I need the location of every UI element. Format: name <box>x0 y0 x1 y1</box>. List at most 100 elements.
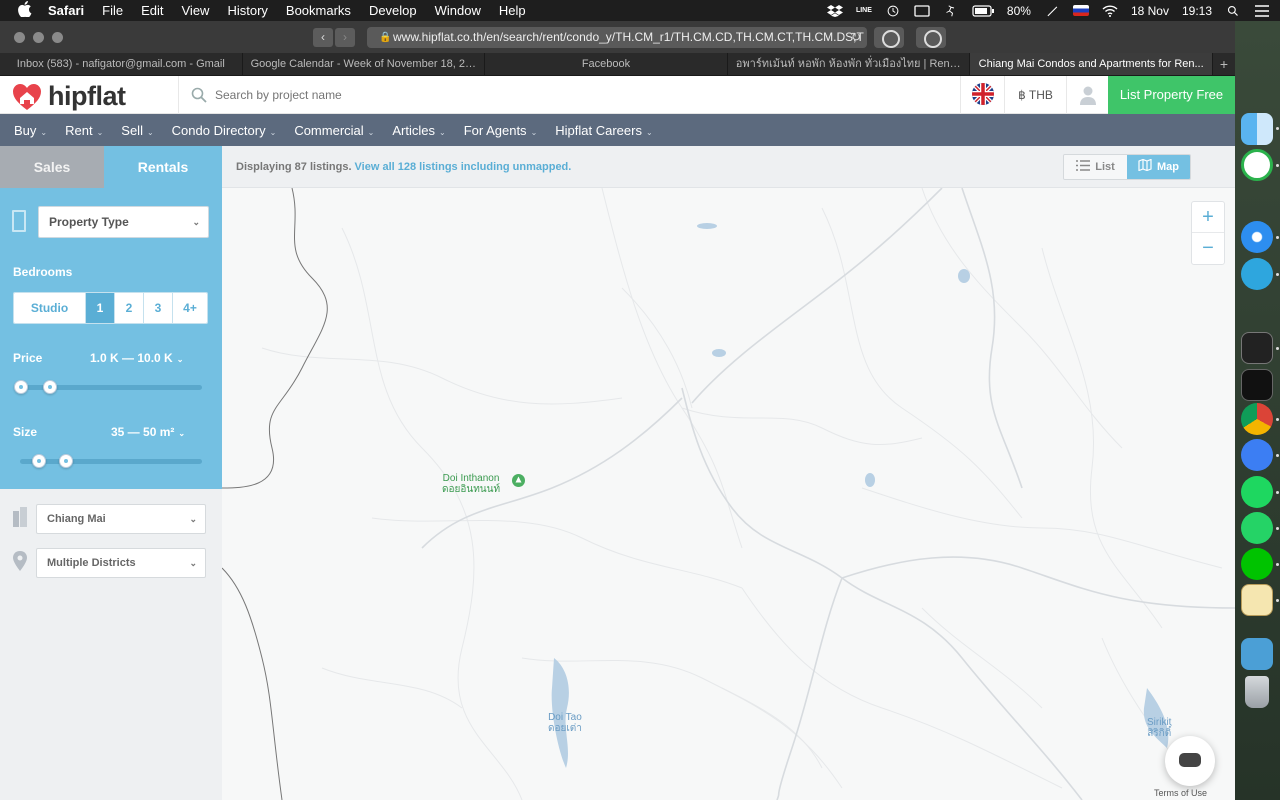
size-slider-track[interactable] <box>20 459 202 464</box>
pen-tool-icon[interactable] <box>1044 5 1060 17</box>
bedroom-3-button[interactable]: 3 <box>144 293 173 323</box>
time-machine-icon[interactable] <box>885 5 901 17</box>
line-icon[interactable] <box>1241 548 1273 580</box>
zoom-window-button[interactable] <box>52 32 63 43</box>
messenger-icon[interactable] <box>1241 439 1273 471</box>
province-select[interactable]: Chiang Mai ⌄ <box>36 504 206 534</box>
nav-rent[interactable]: Rent ⌄ <box>65 123 103 138</box>
tab-rentals[interactable]: Rentals <box>104 146 222 188</box>
menu-app-safari[interactable]: Safari <box>48 3 84 18</box>
menu-edit[interactable]: Edit <box>141 3 163 18</box>
chat-widget-button[interactable] <box>1165 736 1215 786</box>
trash-icon[interactable] <box>1245 676 1269 708</box>
telegram-icon[interactable] <box>1241 258 1273 290</box>
battery-icon[interactable] <box>972 4 994 17</box>
nav-sell[interactable]: Sell ⌄ <box>121 123 153 138</box>
extension-privacy-icon[interactable] <box>874 27 904 48</box>
currency-selector[interactable]: ฿ THB <box>1004 76 1066 114</box>
menu-develop[interactable]: Develop <box>369 3 417 18</box>
map-view-button[interactable]: Map <box>1127 155 1190 179</box>
line-status-icon[interactable]: LINE <box>856 7 872 14</box>
wifi-icon[interactable] <box>1102 4 1118 17</box>
poi-doi-inthanon[interactable]: Doi Inthanon ดอยอินทนนท์ <box>442 473 500 495</box>
bedroom-studio-button[interactable]: Studio <box>14 293 86 323</box>
reload-icon[interactable]: ↻ <box>851 27 861 48</box>
textedit-icon[interactable] <box>1241 584 1273 616</box>
notification-center-icon[interactable] <box>1254 4 1270 17</box>
listings-map[interactable]: Displaying 87 listings. View all 128 list… <box>222 146 1235 800</box>
size-max-handle[interactable] <box>59 454 73 468</box>
nav-condo-directory[interactable]: Condo Directory ⌄ <box>172 123 277 138</box>
language-selector[interactable] <box>960 76 1004 114</box>
price-range-dropdown[interactable]: 1.0 K — 10.0 K ⌄ <box>90 351 183 365</box>
spotify-icon[interactable] <box>1241 476 1273 508</box>
minimize-window-button[interactable] <box>33 32 44 43</box>
terms-of-use-link[interactable]: Terms of Use <box>1154 788 1207 798</box>
size-min-handle[interactable] <box>32 454 46 468</box>
bedroom-4plus-button[interactable]: 4+ <box>173 293 207 323</box>
airplay-display-icon[interactable] <box>914 4 930 17</box>
property-type-select[interactable]: Property Type ⌄ <box>38 206 209 238</box>
tab-hipflat[interactable]: Chiang Mai Condos and Apartments for Ren… <box>970 53 1213 75</box>
menu-view[interactable]: View <box>182 3 210 18</box>
zoom-in-button[interactable]: + <box>1192 202 1224 233</box>
back-button[interactable]: ‹ <box>313 28 333 47</box>
zoom-out-button[interactable]: − <box>1192 233 1224 264</box>
menu-history[interactable]: History <box>227 3 267 18</box>
size-range-dropdown[interactable]: 35 — 50 m² ⌄ <box>111 425 185 439</box>
tab-renthub[interactable]: อพาร์ทเม้นท์ หอพัก ห้องพัก ทั่วเมืองไทย … <box>728 53 971 75</box>
address-bar[interactable]: 🔒 www.hipflat.co.th/en/search/rent/condo… <box>367 27 867 48</box>
nav-hipflat-careers[interactable]: Hipflat Careers ⌄ <box>555 123 652 138</box>
menu-file[interactable]: File <box>102 3 123 18</box>
poi-doi-tao[interactable]: Doi Tao ดอยเต่า <box>548 712 582 734</box>
menu-window[interactable]: Window <box>435 3 481 18</box>
extension-grammarly-icon[interactable] <box>916 27 946 48</box>
terminal-icon[interactable] <box>1241 332 1273 364</box>
chrome-icon[interactable] <box>1241 403 1273 435</box>
search-input[interactable] <box>215 85 815 105</box>
activity-monitor-icon[interactable] <box>1241 369 1273 401</box>
nav-for-agents[interactable]: For Agents ⌄ <box>464 123 538 138</box>
tab-gmail[interactable]: Inbox (583) - nafigator@gmail.com - Gmai… <box>0 53 243 75</box>
list-property-button[interactable]: List Property Free <box>1108 76 1235 114</box>
finder-icon[interactable] <box>1241 113 1273 145</box>
bedroom-2-button[interactable]: 2 <box>115 293 144 323</box>
price-min-handle[interactable] <box>14 380 28 394</box>
district-select[interactable]: Multiple Districts ⌄ <box>36 548 206 578</box>
map-base-layer[interactable] <box>222 188 1235 800</box>
poi-sirikit-name: Sirikit <box>1147 717 1172 728</box>
view-all-listings-link[interactable]: View all 128 listings including unmapped… <box>355 161 572 173</box>
activity-icon[interactable] <box>943 4 959 17</box>
bedroom-1-button[interactable]: 1 <box>86 293 115 323</box>
nav-commercial[interactable]: Commercial ⌄ <box>294 123 374 138</box>
safari-icon[interactable] <box>1241 221 1273 253</box>
poi-doi-tao-local: ดอยเต่า <box>548 723 582 734</box>
spotlight-search-icon[interactable] <box>1225 5 1241 17</box>
poi-sirikit[interactable]: Sirikit สิริกิติ์ <box>1147 717 1171 739</box>
price-max-handle[interactable] <box>43 380 57 394</box>
whatsapp-icon[interactable] <box>1241 512 1273 544</box>
input-source-russian-flag-icon[interactable] <box>1072 5 1089 16</box>
menu-help[interactable]: Help <box>499 3 526 18</box>
hipflat-logo[interactable]: hipflat <box>12 81 126 112</box>
park-marker-icon[interactable] <box>512 474 525 487</box>
tab-sales[interactable]: Sales <box>0 146 104 188</box>
nav-buy[interactable]: Buy ⌄ <box>14 123 47 138</box>
evernote-icon[interactable] <box>1241 149 1273 181</box>
dropbox-icon[interactable] <box>826 4 843 17</box>
nav-articles[interactable]: Articles ⌄ <box>392 123 445 138</box>
new-tab-button[interactable]: + <box>1212 53 1235 75</box>
size-range-value: 35 — 50 m² <box>111 425 175 439</box>
list-view-button[interactable]: List <box>1064 155 1127 179</box>
user-account-button[interactable] <box>1066 76 1108 114</box>
tab-google-calendar[interactable]: Google Calendar - Week of November 18, 2… <box>243 53 486 75</box>
running-indicator <box>1276 527 1279 530</box>
downloads-folder-icon[interactable] <box>1241 638 1273 670</box>
forward-button[interactable]: › <box>335 28 355 47</box>
tab-facebook[interactable]: Facebook <box>485 53 728 75</box>
close-window-button[interactable] <box>14 32 25 43</box>
menu-bookmarks[interactable]: Bookmarks <box>286 3 351 18</box>
apple-menu-icon[interactable] <box>18 1 36 20</box>
clock-date[interactable]: 18 Nov <box>1131 4 1169 18</box>
clock-time[interactable]: 19:13 <box>1182 4 1212 18</box>
